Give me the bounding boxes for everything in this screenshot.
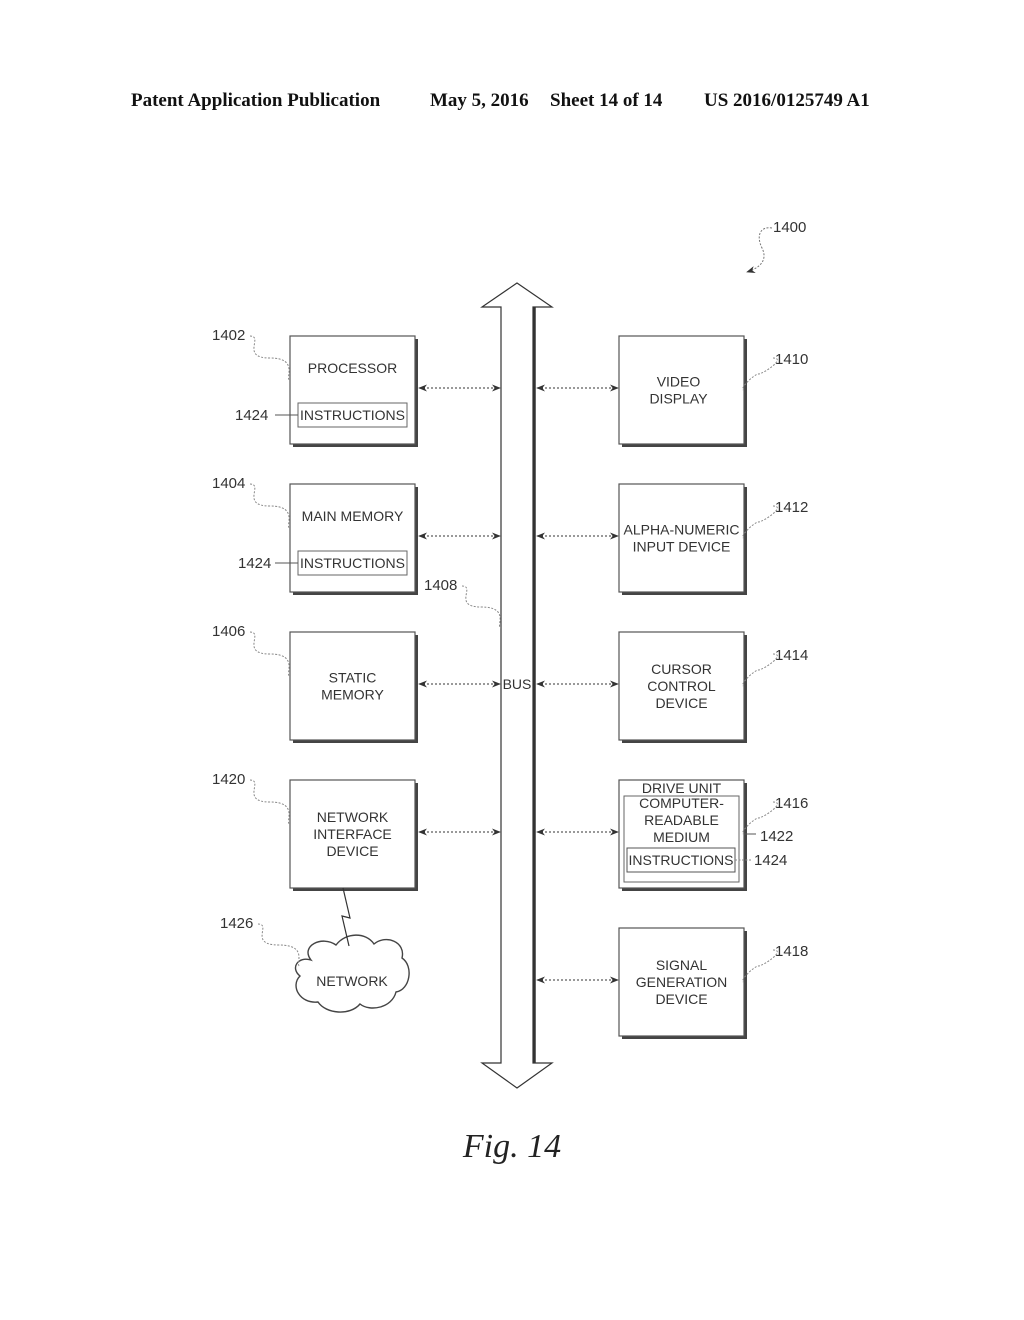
network-ref-leader [257,923,301,967]
block-signal-generation-device-ref-leader [742,949,778,983]
block-main-memory-instructions-ref: 1424 [238,555,271,572]
block-signal-generation-device-label: DEVICE [655,991,707,1007]
block-drive-unit-medium-label: COMPUTER- [639,795,724,811]
block-main-memory-ref: 1404 [212,475,245,492]
block-alpha-numeric-input-device-ref-leader [742,505,778,539]
ref-system-leader [746,227,773,274]
network-ref: 1426 [220,915,253,932]
block-main-memory-label: MAIN MEMORY [302,508,404,524]
block-cursor-control-device-ref: 1414 [775,647,808,664]
block-drive-unit-instructions-label: INSTRUCTIONS [629,852,734,868]
block-processor-ref-leader [249,335,291,381]
block-signal-generation-device-label: GENERATION [636,974,728,990]
block-network-interface-device-label: INTERFACE [313,826,392,842]
block-processor-instructions-ref: 1424 [235,407,268,424]
block-main-memory-instructions-label: INSTRUCTIONS [300,555,405,571]
network-label: NETWORK [316,973,388,989]
block-video-display-ref-leader [742,357,778,391]
block-drive-unit-label: DRIVE UNIT [642,780,722,796]
block-video-display-label: VIDEO [657,374,701,390]
ref-system: 1400 [773,219,806,236]
block-processor-label: PROCESSOR [308,360,397,376]
block-cursor-control-device-label: CURSOR [651,661,712,677]
block-cursor-control-device-label: DEVICE [655,695,707,711]
block-drive-unit-medium-ref: 1422 [760,828,793,845]
block-network-interface-device-label: NETWORK [317,809,389,825]
block-processor-instructions-label: INSTRUCTIONS [300,407,405,423]
block-drive-unit-medium-label: READABLE [644,812,719,828]
block-static-memory-ref-leader [249,631,291,677]
ref-bus-leader [461,585,502,629]
bus-label: BUS [503,676,532,692]
block-static-memory-label: STATIC [329,670,377,686]
block-drive-unit-medium-label: MEDIUM [653,829,710,845]
block-video-display-label: DISPLAY [649,391,708,407]
block-drive-unit-instructions-ref: 1424 [754,852,787,869]
block-video-display-ref: 1410 [775,351,808,368]
block-static-memory-label: MEMORY [321,687,384,703]
block-main-memory [289,483,416,593]
block-main-memory-ref-leader [249,483,291,529]
block-cursor-control-device-label: CONTROL [647,678,716,694]
block-processor-ref: 1402 [212,327,245,344]
block-alpha-numeric-input-device-ref: 1412 [775,499,808,516]
ref-bus: 1408 [424,577,457,594]
block-alpha-numeric-input-device-label: INPUT DEVICE [633,539,731,555]
block-network-interface-device-label: DEVICE [326,843,378,859]
block-processor [289,335,416,445]
block-diagram: BUS 1408 1400 PROCESSOR 1402 INSTRUCTIONS 1424… [212,219,808,1089]
block-network-interface-device-ref: 1420 [212,771,245,788]
block-static-memory-ref: 1406 [212,623,245,640]
block-alpha-numeric-input-device-label: ALPHA-NUMERIC [624,522,740,538]
block-signal-generation-device-label: SIGNAL [656,957,708,973]
block-drive-unit-ref: 1416 [775,795,808,812]
block-cursor-control-device-ref-leader [742,653,778,687]
block-signal-generation-device-ref: 1418 [775,943,808,960]
figure-caption: Fig. 14 [462,1128,562,1165]
block-network-interface-device-ref-leader [249,779,291,825]
